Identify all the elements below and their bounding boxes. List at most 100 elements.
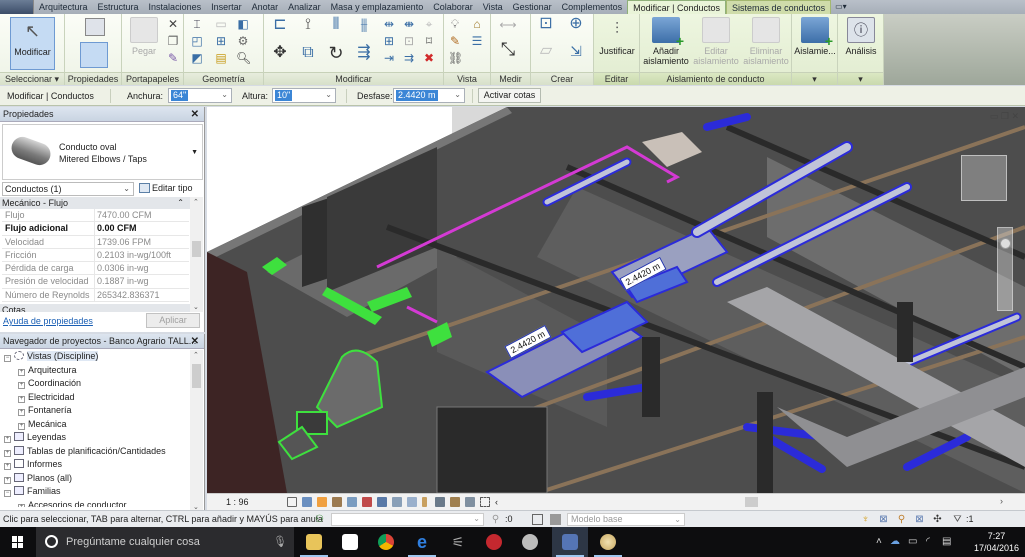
taskbar-file-explorer[interactable] bbox=[296, 527, 332, 557]
paste-button[interactable]: Pegar bbox=[126, 17, 162, 56]
add-insulation-button[interactable]: + Añadir aislamiento bbox=[642, 17, 690, 66]
offset-combobox[interactable]: 2.4420 m ⌄ bbox=[393, 88, 465, 103]
join-geometry-icon[interactable]: ◧ bbox=[236, 17, 250, 31]
array-icon[interactable]: ⊞ bbox=[382, 34, 396, 48]
properties-scrollbar[interactable]: ⌃ ⌄ bbox=[190, 197, 203, 312]
wifi-icon[interactable]: ◜ bbox=[926, 536, 930, 547]
onedrive-icon[interactable]: ☁ bbox=[890, 536, 900, 547]
highlight-displacement-icon[interactable] bbox=[465, 497, 475, 507]
property-group-header-cotas[interactable]: Cotas bbox=[0, 304, 190, 312]
expand-icon[interactable]: + bbox=[18, 368, 25, 376]
cope-icon[interactable]: ⌶ bbox=[190, 17, 204, 31]
property-row[interactable]: Presión de velocidad 0.1887 in-wg bbox=[2, 275, 189, 289]
tree-node-tablas[interactable]: + Tablas de planificación/Cantidades bbox=[0, 445, 190, 459]
unpin-icon[interactable]: ⌖ bbox=[422, 17, 436, 31]
aligned-dimension-icon[interactable]: ⤡ bbox=[495, 40, 521, 62]
property-row[interactable]: Velocidad 1739.06 FPM bbox=[2, 235, 189, 249]
scrollbar-thumb[interactable] bbox=[192, 364, 201, 388]
expand-icon[interactable]: + bbox=[4, 476, 11, 484]
create-similar-icon[interactable]: ⇲ bbox=[565, 44, 587, 64]
microphone-icon[interactable]: 🎙︎ bbox=[273, 535, 287, 548]
thin-lines-icon[interactable]: ☰ bbox=[470, 34, 484, 48]
minimize-icon[interactable]: ▭ bbox=[990, 111, 999, 121]
trim-multiple-icon[interactable]: ⇉ bbox=[402, 51, 416, 65]
mirror-pick-axis-icon[interactable]: ⫴ bbox=[326, 17, 346, 38]
select-underlay-icon[interactable]: ⊠ bbox=[878, 514, 889, 525]
tree-node-familias[interactable]: − Familias bbox=[0, 485, 190, 499]
reveal-constraints-icon[interactable] bbox=[480, 497, 490, 507]
worksharing-icon[interactable] bbox=[435, 497, 445, 507]
design-option-dropdown[interactable]: Modelo base ⌄ bbox=[567, 513, 685, 526]
select-by-face-icon[interactable]: ⊠ bbox=[914, 514, 925, 525]
cut-icon[interactable]: ✕ bbox=[166, 17, 180, 31]
3d-view-canvas[interactable]: 2.4420 m 2.4420 m ▭ ❐ ✕ bbox=[207, 107, 1025, 493]
align-icon[interactable]: ⊏ bbox=[270, 17, 290, 38]
tree-node-arquitectura[interactable]: + Arquitectura bbox=[0, 364, 190, 378]
close-icon[interactable]: ✕ bbox=[1011, 111, 1019, 121]
tree-node-fontaneria[interactable]: + Fontanería bbox=[0, 404, 190, 418]
exclude-options-icon[interactable] bbox=[550, 514, 561, 525]
browser-scrollbar[interactable]: ⌃ ⌄ bbox=[190, 350, 203, 512]
horizontal-scrollbar[interactable]: › bbox=[507, 496, 1007, 508]
design-options-icon[interactable] bbox=[532, 514, 543, 525]
tab-anotar[interactable]: Anotar bbox=[247, 0, 284, 14]
taskbar-chrome[interactable] bbox=[368, 527, 404, 557]
wall-joins-icon[interactable]: ◰ bbox=[190, 34, 204, 48]
close-icon[interactable]: ✕ bbox=[191, 334, 199, 349]
temporary-hide-icon[interactable] bbox=[407, 497, 417, 507]
match-type-icon[interactable]: ✎ bbox=[166, 51, 180, 65]
insulation-dropdown-button[interactable]: + Aislamie... bbox=[793, 17, 837, 56]
property-row[interactable]: Pérdida de carga 0.0306 in-wg bbox=[2, 262, 189, 276]
type-properties-icon[interactable] bbox=[85, 18, 105, 36]
scroll-up-icon[interactable]: ⌃ bbox=[193, 351, 199, 359]
drag-elements-icon[interactable]: ✣ bbox=[932, 514, 943, 525]
demolish-icon[interactable]: ⚙ bbox=[236, 34, 250, 48]
tab-complementos[interactable]: Complementos bbox=[557, 0, 628, 14]
battery-icon[interactable]: ▭ bbox=[908, 536, 917, 547]
view-scale[interactable]: 1 : 96 bbox=[226, 497, 249, 507]
viewcube[interactable] bbox=[961, 155, 1007, 201]
cut-geometry-icon[interactable]: ▭ bbox=[214, 17, 228, 31]
taskbar-paint[interactable] bbox=[590, 527, 626, 557]
tree-node-coordinacion[interactable]: + Coordinación bbox=[0, 377, 190, 391]
expand-icon[interactable]: + bbox=[18, 382, 25, 389]
instance-filter-dropdown[interactable]: Conductos (1) ⌄ bbox=[2, 182, 134, 196]
taskbar-revit[interactable] bbox=[552, 527, 588, 557]
tree-node-accesorios[interactable]: + Accesorios de conductor bbox=[0, 499, 190, 507]
activate-dimensions-button[interactable]: Activar cotas bbox=[478, 88, 541, 103]
crop-view-icon[interactable] bbox=[362, 497, 372, 507]
collapse-icon[interactable]: − bbox=[4, 355, 11, 362]
tab-arquitectura[interactable]: Arquitectura bbox=[34, 0, 93, 14]
edit-type-button[interactable]: Editar tipo bbox=[139, 182, 193, 195]
collapse-bar-icon[interactable]: ‹ bbox=[495, 497, 505, 507]
expand-icon[interactable]: + bbox=[18, 422, 25, 430]
create-parts-icon[interactable]: ▱ bbox=[535, 43, 557, 64]
ribbon-minimize-icon[interactable]: ▭▾ bbox=[831, 0, 851, 14]
expand-icon[interactable]: + bbox=[4, 463, 11, 470]
expand-icon[interactable]: + bbox=[18, 409, 25, 416]
copy-element-icon[interactable]: ⧉ bbox=[298, 45, 318, 66]
property-row[interactable]: Flujo adicional 0.00 CFM bbox=[2, 222, 189, 236]
rotate-icon[interactable]: ↻ bbox=[326, 44, 346, 66]
taskbar-edge[interactable]: e bbox=[404, 527, 440, 557]
delete-icon[interactable]: ✖ bbox=[422, 51, 436, 65]
navigation-bar[interactable] bbox=[997, 227, 1013, 311]
scroll-right-icon[interactable]: › bbox=[1000, 496, 1003, 506]
height-combobox[interactable]: 10" ⌄ bbox=[272, 88, 336, 103]
remove-insulation-button[interactable]: Eliminar aislamiento bbox=[742, 17, 790, 66]
taskbar-store[interactable] bbox=[332, 527, 368, 557]
lock-3d-view-icon[interactable] bbox=[392, 497, 402, 507]
steering-wheel-icon[interactable] bbox=[1000, 238, 1011, 249]
copy-icon[interactable]: ❐ bbox=[166, 34, 180, 48]
tree-node-planos[interactable]: + Planos (all) bbox=[0, 472, 190, 486]
inspect-icon[interactable]: 🔍︎ bbox=[236, 51, 251, 65]
filter-icon[interactable]: ⛛ bbox=[952, 514, 963, 525]
analysis-button[interactable]: ⓘ Análisis bbox=[839, 17, 883, 56]
scrollbar-thumb[interactable] bbox=[745, 497, 758, 507]
trim-extend-icon[interactable]: ⇶ bbox=[354, 45, 374, 66]
property-row[interactable]: Flujo 7470.00 CFM bbox=[2, 209, 189, 223]
paint-icon[interactable]: ◩ bbox=[190, 51, 204, 65]
tab-estructura[interactable]: Estructura bbox=[93, 0, 144, 14]
restore-icon[interactable]: ❐ bbox=[1001, 111, 1009, 121]
cortana-search-box[interactable]: Pregúntame cualquier cosa 🎙︎ bbox=[36, 527, 294, 557]
